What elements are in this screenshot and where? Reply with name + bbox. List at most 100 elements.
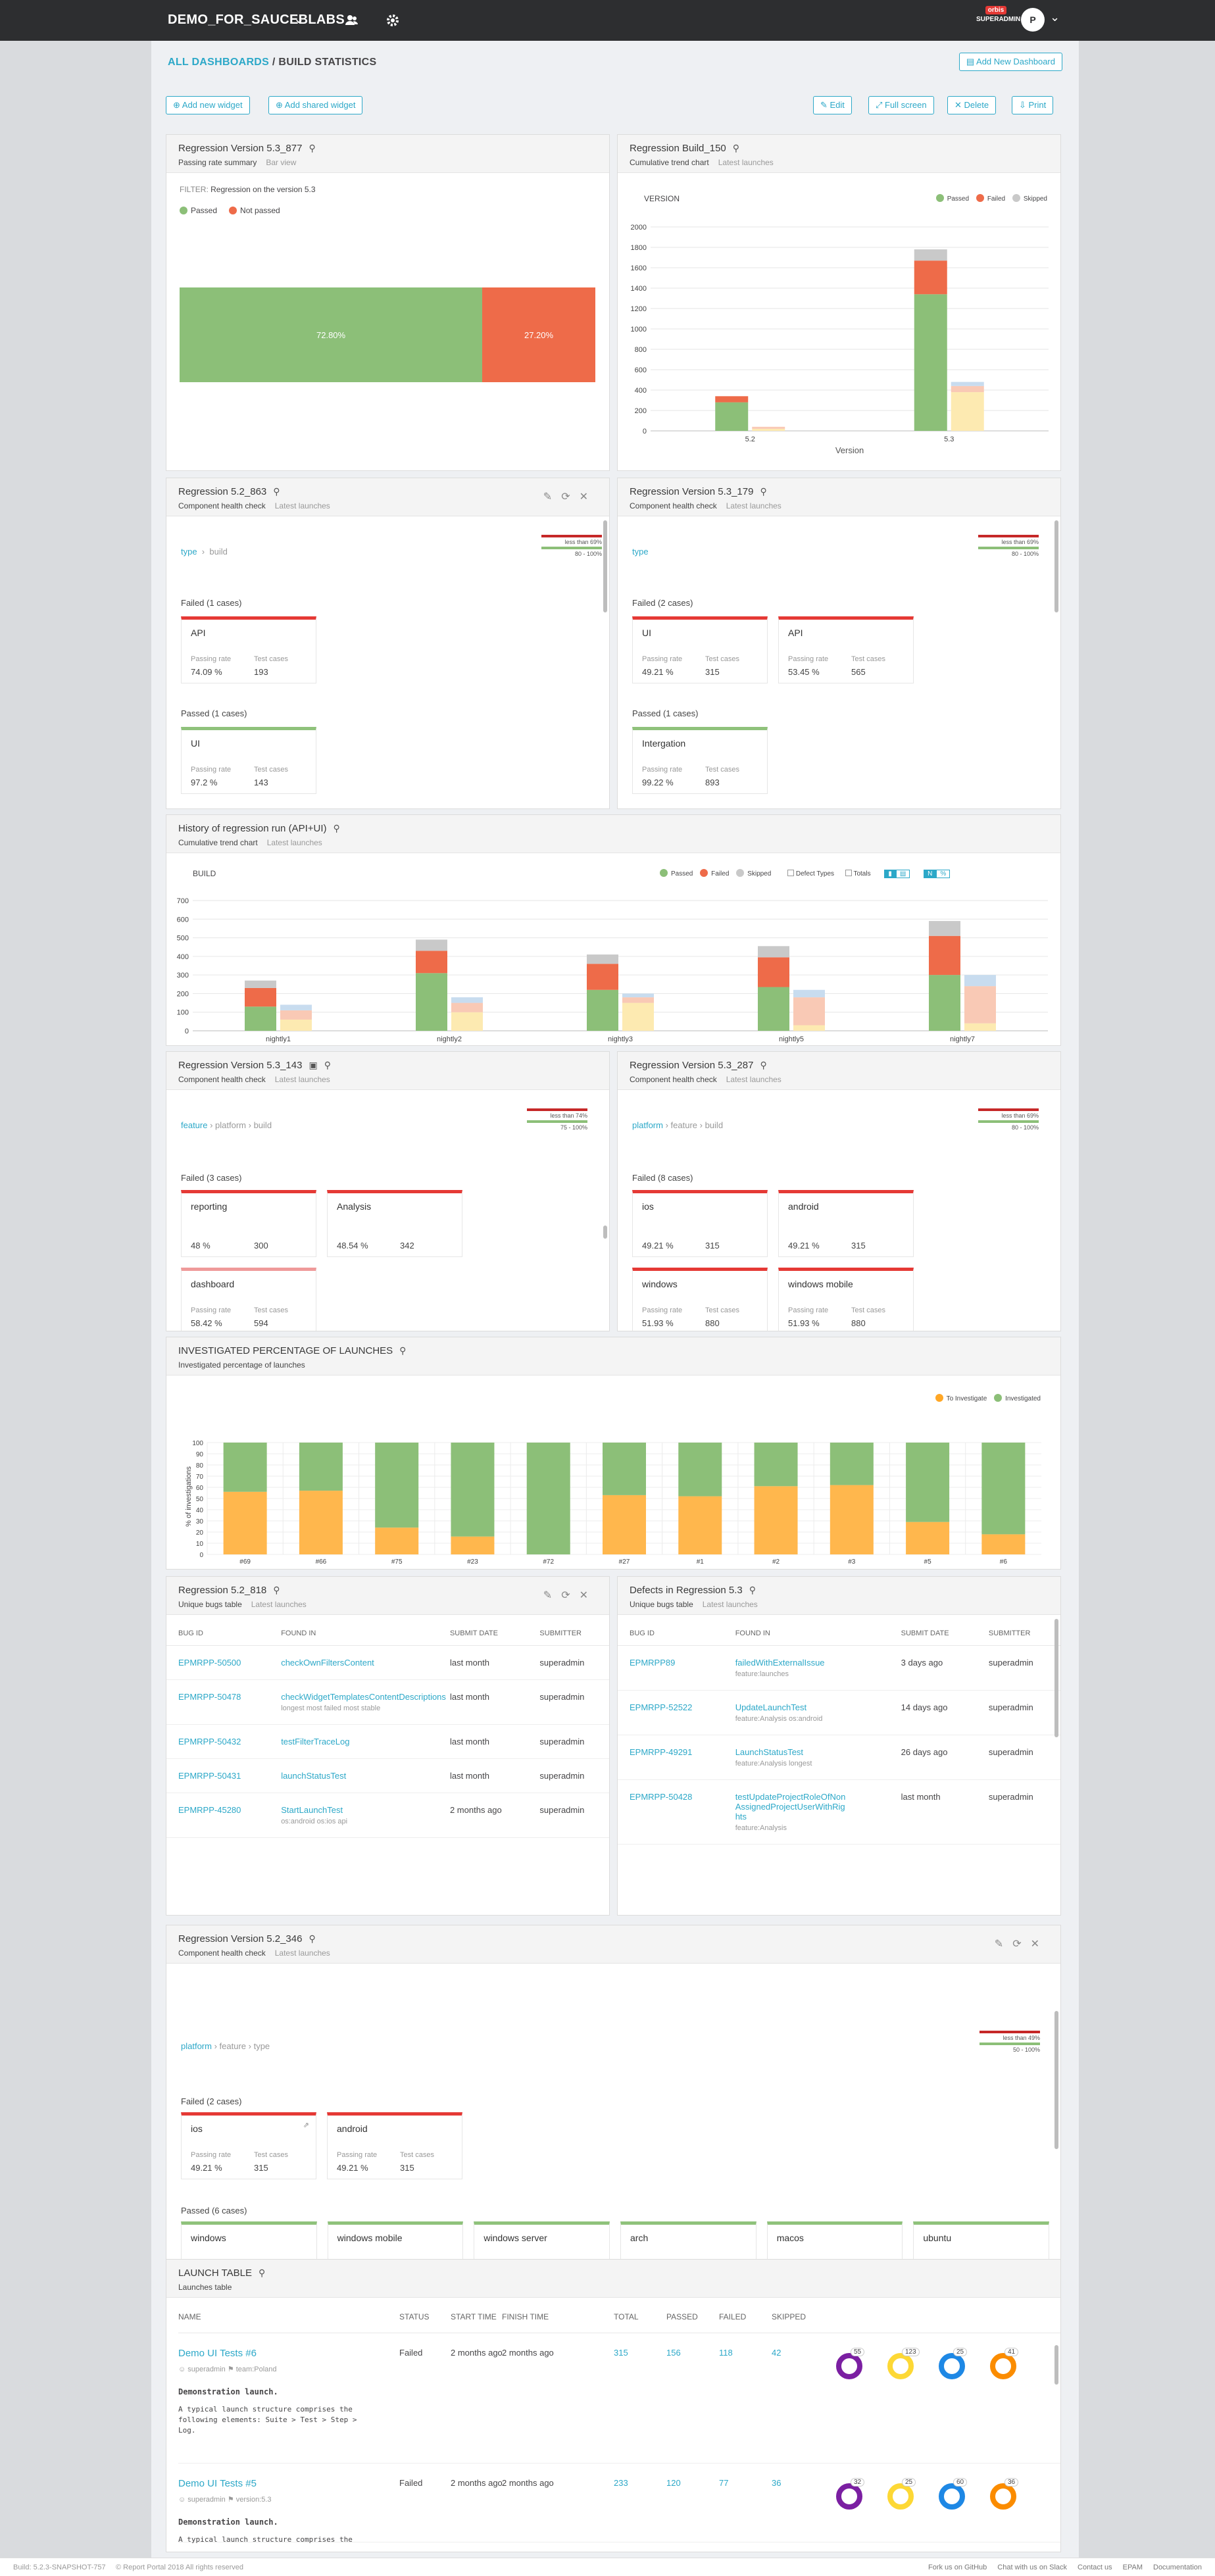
column-header[interactable]: NAME	[178, 2312, 201, 2321]
share-icon[interactable]: ⚲	[273, 486, 280, 497]
bar-prev-failed[interactable]	[951, 385, 984, 393]
component-card[interactable]: windows server	[474, 2221, 610, 2260]
component-card[interactable]: ubuntu	[913, 2221, 1050, 2260]
component-card[interactable]: macos	[766, 2221, 903, 2260]
close-icon[interactable]: ✕	[580, 491, 597, 503]
bar-view-toggle[interactable]: ▮	[884, 870, 896, 878]
component-card[interactable]: windows	[181, 2221, 317, 2260]
percent-toggle[interactable]: %	[936, 870, 951, 878]
crumb-feature[interactable]: feature	[671, 1120, 697, 1130]
add-new-widget-button[interactable]: ⊕ Add new widget	[166, 96, 250, 114]
scrollbar[interactable]	[1054, 520, 1058, 612]
bar-failed[interactable]	[587, 964, 618, 990]
chevron-down-icon[interactable]: ⌄	[293, 11, 305, 27]
scrollbar[interactable]	[1054, 1619, 1058, 1737]
bar-investigated[interactable]	[299, 1443, 343, 1491]
crumb-platform[interactable]: platform	[632, 1120, 663, 1130]
bar-investigated[interactable]	[375, 1443, 419, 1528]
bar-prev-passed[interactable]	[752, 428, 785, 431]
bar-to-investigate[interactable]	[299, 1491, 343, 1554]
bar-investigated[interactable]	[526, 1443, 570, 1554]
defect-types-checkbox[interactable]	[787, 870, 795, 876]
members-icon[interactable]	[343, 12, 360, 29]
component-card[interactable]: API Passing rate Test cases 74.09 % 193	[181, 616, 316, 683]
passed-segment[interactable]: 72.80%	[180, 287, 483, 382]
edit-icon[interactable]: ✎	[543, 491, 561, 503]
bar-prev-passed[interactable]	[451, 1012, 483, 1031]
scrollbar[interactable]	[1054, 2345, 1058, 2385]
bar-investigated[interactable]	[451, 1443, 495, 1537]
bar-skipped[interactable]	[929, 921, 960, 936]
bar-prev-failed[interactable]	[793, 997, 825, 1026]
bar-failed[interactable]	[758, 957, 789, 987]
bar-prev-passed[interactable]	[622, 1003, 654, 1031]
print-button[interactable]: ⇩ Print	[1012, 96, 1054, 114]
defect-donut[interactable]: 60	[939, 2478, 968, 2510]
bar-to-investigate[interactable]	[223, 1491, 267, 1554]
share-icon[interactable]: ⚲	[399, 1345, 406, 1356]
delete-button[interactable]: ✕ Delete	[947, 96, 997, 114]
defect-donut[interactable]: 25	[939, 2348, 968, 2379]
component-card[interactable]: ios ⇗ Passing rate Test cases 49.21 % 315	[181, 2112, 316, 2179]
defect-donut[interactable]: 36	[990, 2478, 1019, 2510]
share-icon[interactable]: ⚲	[309, 143, 315, 154]
close-icon[interactable]: ✕	[1031, 1939, 1049, 1950]
footer-link[interactable]: EPAM	[1123, 2564, 1143, 2571]
bar-passed[interactable]	[914, 294, 947, 431]
share-icon[interactable]: ⚲	[760, 1060, 766, 1071]
share-icon[interactable]: ⚲	[733, 143, 739, 154]
footer-link[interactable]: Contact us	[1078, 2564, 1112, 2571]
project-selector[interactable]: DEMO_FOR_SAUCEBLABS	[168, 12, 345, 28]
avatar[interactable]: P	[1021, 8, 1045, 32]
bar-passed[interactable]	[245, 1006, 276, 1031]
refresh-icon[interactable]: ⟳	[561, 491, 579, 503]
bar-prev-failed[interactable]	[280, 1010, 312, 1020]
open-icon[interactable]: ⇗	[303, 2121, 309, 2129]
bar-skipped[interactable]	[758, 946, 789, 958]
bar-passed[interactable]	[587, 989, 618, 1031]
column-header[interactable]: START TIME	[451, 2312, 497, 2321]
crumb-platform[interactable]: platform	[181, 2041, 212, 2051]
launch-name-link[interactable]: Demo UI Tests #6	[178, 2348, 257, 2359]
bar-failed[interactable]	[245, 987, 276, 1007]
component-card[interactable]: UI Passing rate Test cases 49.21 % 315	[632, 616, 768, 683]
share-icon[interactable]: ⚲	[309, 1933, 315, 1944]
bar-passed[interactable]	[758, 987, 789, 1031]
full-screen-button[interactable]: ⤢ Full screen	[868, 96, 934, 114]
component-card[interactable]: android Passing rate Test cases 49.21 % 315	[327, 2112, 462, 2179]
add-shared-widget-button[interactable]: ⊕ Add shared widget	[268, 96, 363, 114]
user-menu-chevron-icon[interactable]: ⌄	[1050, 11, 1060, 24]
crumb-type[interactable]: type	[632, 547, 649, 557]
bar-prev-failed[interactable]	[752, 426, 785, 429]
component-card[interactable]: Intergation Passing rate Test cases 99.22 %…	[632, 727, 768, 794]
bar-skipped[interactable]	[587, 954, 618, 964]
share-icon[interactable]: ⚲	[334, 823, 340, 834]
bar-prev-failed[interactable]	[622, 997, 654, 1003]
bar-passed[interactable]	[929, 975, 960, 1031]
footer-link[interactable]: Fork us on GitHub	[928, 2564, 987, 2571]
column-header[interactable]: FAILED	[719, 2312, 746, 2321]
bar-prev-skipped[interactable]	[951, 382, 984, 386]
column-header[interactable]: STATUS	[399, 2312, 430, 2321]
crumb-feature[interactable]: feature	[220, 2041, 246, 2051]
component-card[interactable]: UI Passing rate Test cases 97.2 % 143	[181, 727, 316, 794]
scrollbar[interactable]	[1054, 2011, 1058, 2149]
bar-investigated[interactable]	[830, 1443, 874, 1485]
defect-donut[interactable]: 41	[990, 2348, 1019, 2379]
line-view-toggle[interactable]: ▤	[895, 870, 910, 878]
share-icon[interactable]: ⚲	[273, 1585, 280, 1596]
footer-link[interactable]: Documentation	[1153, 2564, 1202, 2571]
comment-icon[interactable]: ▣	[309, 1060, 317, 1071]
edit-icon[interactable]: ✎	[543, 1590, 561, 1601]
bar-prev-skipped[interactable]	[622, 993, 654, 998]
component-card[interactable]: ios 49.21 % 315	[632, 1190, 768, 1257]
bar-skipped[interactable]	[914, 249, 947, 261]
component-card[interactable]: windows Passing rate Test cases 51.93 % 880	[632, 1268, 768, 1331]
not-passed-segment[interactable]: 27.20%	[482, 287, 595, 382]
crumb-type[interactable]: type	[254, 2041, 270, 2051]
component-card[interactable]: Analysis 48.54 % 342	[327, 1190, 462, 1257]
component-card[interactable]: reporting 48 % 300	[181, 1190, 316, 1257]
bar-prev-passed[interactable]	[964, 1023, 996, 1031]
share-icon[interactable]: ⚲	[760, 486, 766, 497]
defect-donut[interactable]: 123	[887, 2348, 920, 2379]
